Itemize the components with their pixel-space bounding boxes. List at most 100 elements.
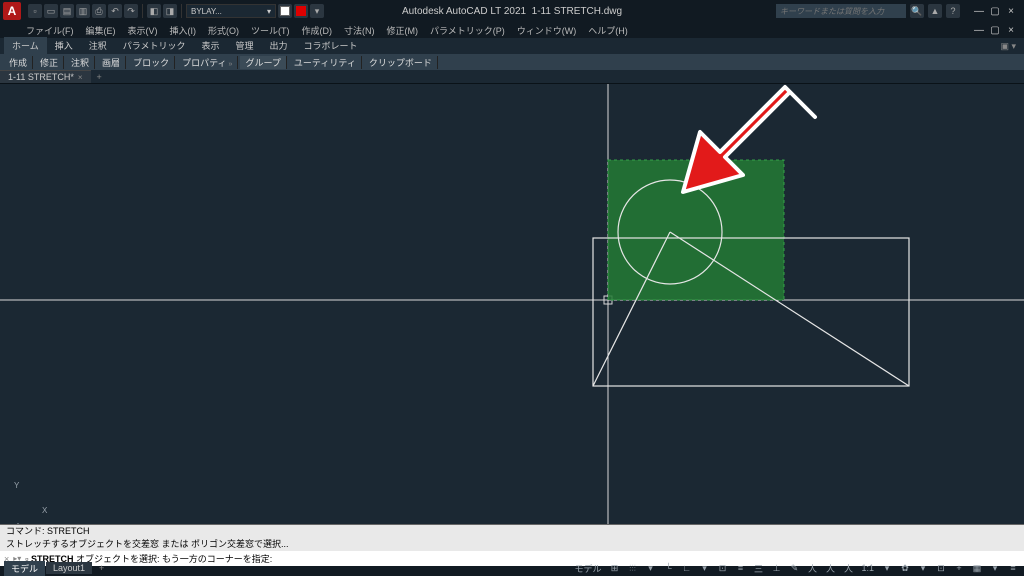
layer-dropdown[interactable]: BYLAY... ▾ bbox=[186, 4, 276, 18]
undo-icon[interactable]: ↶ bbox=[108, 4, 122, 18]
panel-util[interactable]: ユーティリティ bbox=[289, 56, 362, 69]
menu-modify[interactable]: 修正(M) bbox=[387, 24, 419, 37]
chevron-down-icon[interactable]: ▾ bbox=[643, 561, 657, 575]
osnap-icon[interactable]: ⊡ bbox=[715, 561, 729, 575]
tab-parametric[interactable]: パラメトリック bbox=[115, 37, 194, 54]
help-icon[interactable]: ? bbox=[946, 4, 960, 18]
color-swatch-white[interactable] bbox=[278, 4, 292, 18]
file-tab-label: 1-11 STRETCH* bbox=[8, 72, 74, 82]
polar-icon[interactable]: ∟ bbox=[679, 561, 693, 575]
menu-bar: ファイル(F) 編集(E) 表示(V) 挿入(I) 形式(O) ツール(T) 作… bbox=[0, 22, 1024, 38]
command-history-line: ストレッチするオブジェクトを交差窓 または ポリゴン交差窓で選択... bbox=[0, 538, 1024, 551]
menu-window[interactable]: ウィンドウ(W) bbox=[517, 24, 577, 37]
drawing-canvas[interactable]: Y X bbox=[0, 84, 1024, 524]
file-tabs: 1-11 STRETCH* × + bbox=[0, 70, 1024, 84]
file-tab-active[interactable]: 1-11 STRETCH* × bbox=[0, 70, 91, 83]
menu-view[interactable]: 表示(V) bbox=[128, 24, 158, 37]
minimize-button[interactable]: — bbox=[972, 4, 986, 18]
color-swatch-red[interactable] bbox=[294, 4, 308, 18]
plus-icon[interactable]: + bbox=[952, 561, 966, 575]
close-icon[interactable]: × bbox=[78, 73, 83, 82]
save-icon[interactable]: ▤ bbox=[60, 4, 74, 18]
qat-separator bbox=[142, 4, 143, 18]
batch-icon[interactable]: ◨ bbox=[163, 4, 177, 18]
command-area: コマンド: STRETCH ストレッチするオブジェクトを交差窓 または ポリゴン… bbox=[0, 524, 1024, 560]
new-icon[interactable]: ▫ bbox=[28, 4, 42, 18]
ortho-icon[interactable]: └ bbox=[661, 561, 675, 575]
panel-block[interactable]: ブロック bbox=[128, 56, 175, 69]
panel-group[interactable]: グループ bbox=[240, 56, 286, 69]
panel-modify[interactable]: 修正 bbox=[35, 56, 64, 69]
panel-clip[interactable]: クリップボード bbox=[364, 56, 438, 69]
layer-label: BYLAY... bbox=[191, 7, 222, 16]
menu-format[interactable]: 形式(O) bbox=[208, 24, 239, 37]
ribbon-tabrow: ホーム 挿入 注釈 パラメトリック 表示 管理 出力 コラボレート ▣ ▾ bbox=[0, 38, 1024, 54]
quick-access-toolbar: ▫ ▭ ▤ ▥ ⎙ ↶ ↷ ◧ ◨ BYLAY... ▾ ▾ bbox=[28, 4, 324, 18]
gear-icon[interactable]: ✿ bbox=[898, 561, 912, 575]
chevron-down-icon[interactable]: ▾ bbox=[916, 561, 930, 575]
menu-insert[interactable]: 挿入(I) bbox=[170, 24, 197, 37]
cycle-icon[interactable]: ⊥ bbox=[769, 561, 783, 575]
tab-manage[interactable]: 管理 bbox=[228, 37, 262, 54]
qat-chevron-icon[interactable]: ▾ bbox=[310, 4, 324, 18]
lwt-icon[interactable]: ≡ bbox=[733, 561, 747, 575]
status-right: モデル ⊞ ⫶⫶⫶ ▾ └ ∟ ▾ ⊡ ≡ 三 ⊥ ✎ 人 人 人 1:1 ▾ … bbox=[572, 561, 1020, 575]
tab-view[interactable]: 表示 bbox=[194, 37, 228, 54]
open-icon[interactable]: ▭ bbox=[44, 4, 58, 18]
annoscale2-icon[interactable]: 人 bbox=[823, 561, 837, 575]
doc-minimize-button[interactable]: — bbox=[972, 23, 986, 37]
new-tab-button[interactable]: + bbox=[91, 72, 108, 82]
search-input[interactable] bbox=[776, 4, 906, 18]
menu-parametric[interactable]: パラメトリック(P) bbox=[430, 24, 505, 37]
command-history-line: コマンド: STRETCH bbox=[0, 525, 1024, 538]
menu-tools[interactable]: ツール(T) bbox=[251, 24, 290, 37]
panel-props[interactable]: プロパティ» bbox=[177, 56, 238, 69]
match-icon[interactable]: ◧ bbox=[147, 4, 161, 18]
annoscale1-icon[interactable]: 人 bbox=[805, 561, 819, 575]
transparency-icon[interactable]: 三 bbox=[751, 561, 765, 575]
clean-icon[interactable]: ▦ bbox=[970, 561, 984, 575]
doc-restore-button[interactable]: ▢ bbox=[988, 23, 1002, 37]
tab-layout1[interactable]: Layout1 bbox=[46, 562, 92, 574]
scale-label[interactable]: 1:1 bbox=[859, 561, 876, 575]
tab-insert[interactable]: 挿入 bbox=[47, 37, 81, 54]
ribbon-panels: 作成 修正 注釈 画層 ブロック プロパティ» グループ ユーティリティ クリッ… bbox=[0, 54, 1024, 70]
tab-model[interactable]: モデル bbox=[4, 561, 45, 576]
panel-layers[interactable]: 画層 bbox=[97, 56, 126, 69]
ribbon-collapse-icon[interactable]: ▣ ▾ bbox=[992, 39, 1024, 54]
chevron-down-icon[interactable]: ▾ bbox=[697, 561, 711, 575]
menu-draw[interactable]: 作成(D) bbox=[302, 24, 333, 37]
chevron-down-icon: ▾ bbox=[267, 7, 271, 16]
tab-annotate[interactable]: 注釈 bbox=[81, 37, 115, 54]
tab-home[interactable]: ホーム bbox=[4, 37, 47, 54]
grid-icon[interactable]: ⊞ bbox=[607, 561, 621, 575]
search-icon[interactable]: 🔍 bbox=[910, 4, 924, 18]
menu-edit[interactable]: 編集(E) bbox=[86, 24, 116, 37]
annoscale3-icon[interactable]: 人 bbox=[841, 561, 855, 575]
app-menu-button[interactable]: A bbox=[3, 2, 21, 20]
add-layout-button[interactable]: + bbox=[93, 563, 110, 573]
snap-icon[interactable]: ⫶⫶⫶ bbox=[625, 561, 639, 575]
menu-dim[interactable]: 寸法(N) bbox=[344, 24, 375, 37]
close-button[interactable]: × bbox=[1004, 4, 1018, 18]
doc-close-button[interactable]: × bbox=[1004, 23, 1018, 37]
workspace-icon[interactable]: ⊡ bbox=[934, 561, 948, 575]
customize-icon[interactable]: ≡ bbox=[1006, 561, 1020, 575]
panel-draw[interactable]: 作成 bbox=[4, 56, 33, 69]
tab-output[interactable]: 出力 bbox=[262, 37, 296, 54]
chevron-down-icon[interactable]: ▾ bbox=[880, 561, 894, 575]
chevron-down-icon[interactable]: ▾ bbox=[988, 561, 1002, 575]
redo-icon[interactable]: ↷ bbox=[124, 4, 138, 18]
saveas-icon[interactable]: ▥ bbox=[76, 4, 90, 18]
annomon-icon[interactable]: ✎ bbox=[787, 561, 801, 575]
restore-button[interactable]: ▢ bbox=[988, 4, 1002, 18]
panel-annot[interactable]: 注釈 bbox=[66, 56, 95, 69]
plot-icon[interactable]: ⎙ bbox=[92, 4, 106, 18]
status-mode-label[interactable]: モデル bbox=[572, 561, 603, 575]
qat-separator bbox=[181, 4, 182, 18]
title-bar: A ▫ ▭ ▤ ▥ ⎙ ↶ ↷ ◧ ◨ BYLAY... ▾ ▾ Autodes… bbox=[0, 0, 1024, 22]
menu-file[interactable]: ファイル(F) bbox=[26, 24, 74, 37]
menu-help[interactable]: ヘルプ(H) bbox=[588, 24, 628, 37]
tab-collaborate[interactable]: コラボレート bbox=[296, 37, 366, 54]
signin-icon[interactable]: ▲ bbox=[928, 4, 942, 18]
